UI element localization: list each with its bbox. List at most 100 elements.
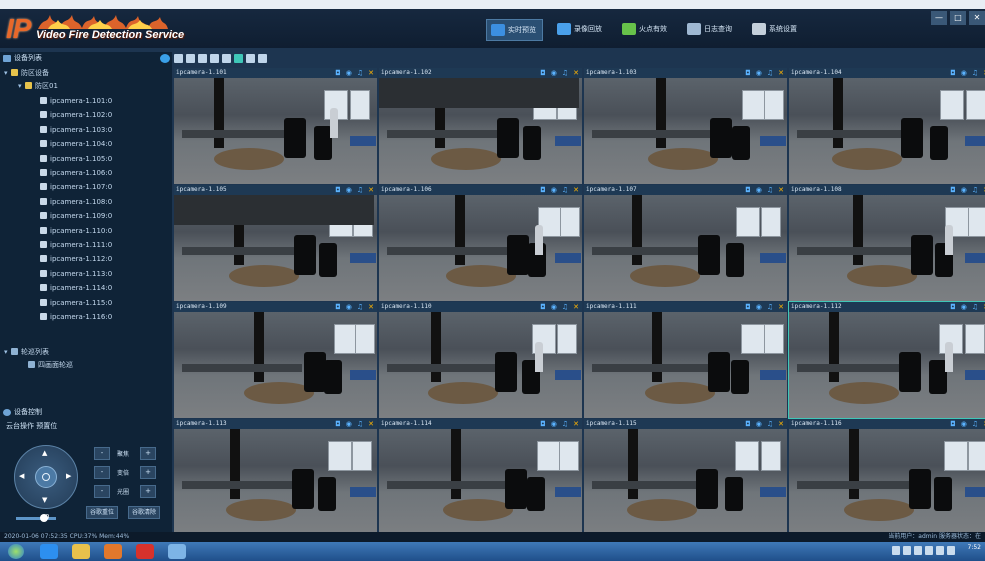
ptz-minus-button[interactable]: - [94, 466, 110, 479]
video-cell[interactable]: ipcamera-1.102 ◘ ◉ ♫ ✕ [379, 68, 582, 184]
tree-camera-item[interactable]: ipcamera-1.114:0 [40, 282, 112, 294]
tree-camera-item[interactable]: ipcamera-1.110:0 [40, 225, 112, 237]
tree-camera-item[interactable]: ipcamera-1.103:0 [40, 124, 112, 136]
video-cell[interactable]: ipcamera-1.108◘◉♫✕ [789, 185, 985, 301]
ptz-plus-button[interactable]: + [140, 485, 156, 498]
audio-icon[interactable]: ♫ [767, 186, 773, 194]
video-cell[interactable]: ipcamera-1.104◘◉♫✕ [789, 68, 985, 184]
close-icon[interactable]: ✕ [573, 303, 579, 311]
close-icon[interactable]: ✕ [368, 69, 374, 77]
close-button[interactable]: ✕ [969, 11, 985, 25]
audio-icon[interactable]: ♫ [562, 303, 568, 311]
tree-camera-item[interactable]: ipcamera-1.111:0 [40, 239, 112, 251]
record-icon[interactable]: ◉ [756, 420, 762, 428]
video-cell[interactable]: ipcamera-1.107 ◘ ◉ ♫ ✕ [584, 185, 787, 301]
minimize-button[interactable]: — [931, 11, 947, 25]
tree-camera-item[interactable]: ipcamera-1.104:0 [40, 138, 112, 150]
audio-icon[interactable]: ♫ [562, 186, 568, 194]
tree-camera-item[interactable]: ipcamera-1.101:0 [40, 95, 112, 107]
tree-root-devices[interactable]: ▾ 防区设备 [4, 67, 49, 79]
video-cell[interactable]: ipcamera-1.103 ◘ ◉ ♫ ✕ [584, 68, 787, 184]
record-icon[interactable]: ◉ [346, 186, 352, 194]
tray-monitor-icon[interactable] [936, 546, 944, 555]
camera-icon[interactable]: ◘ [540, 303, 546, 311]
video-cell[interactable]: ipcamera-1.106 ◘ ◉ ♫ ✕ [379, 185, 582, 301]
ptz-minus-button[interactable]: - [94, 447, 110, 460]
taskbar-clock[interactable]: 7:52 [968, 544, 981, 552]
refresh-icon[interactable] [160, 54, 170, 63]
close-icon[interactable]: ✕ [368, 303, 374, 311]
audio-icon[interactable]: ♫ [767, 420, 773, 428]
ptz-tabs[interactable]: 云台操作 预置位 [6, 421, 57, 431]
tree-zone-01[interactable]: ▾ 防区01 [18, 80, 58, 92]
fullscreen-icon[interactable] [258, 54, 267, 63]
close-icon[interactable]: ✕ [573, 420, 579, 428]
video-cell[interactable]: ipcamera-1.105 ◘ ◉ ♫ ✕ [174, 185, 377, 301]
camera-icon[interactable]: ◘ [335, 69, 341, 77]
audio-icon[interactable]: ♫ [357, 420, 363, 428]
record-icon[interactable]: ◉ [346, 420, 352, 428]
ptz-clear-button[interactable]: 谷歌清除 [128, 506, 161, 519]
close-icon[interactable]: ✕ [778, 69, 784, 77]
tree-camera-item[interactable]: ipcamera-1.107:0 [40, 181, 112, 193]
ptz-left-icon[interactable]: ◀ [19, 472, 24, 480]
tree-camera-item[interactable]: ipcamera-1.109:0 [40, 210, 112, 222]
browser-icon[interactable] [40, 544, 58, 559]
audio-icon[interactable]: ♫ [767, 303, 773, 311]
layout-9-icon[interactable] [222, 54, 231, 63]
camera-icon[interactable]: ◘ [540, 420, 546, 428]
start-icon[interactable] [8, 544, 24, 559]
video-cell[interactable]: ipcamera-1.115 ◘ ◉ ♫ ✕ [584, 419, 787, 535]
expand-chevron-icon[interactable]: ▾ [4, 67, 11, 79]
video-cell[interactable]: ipcamera-1.114 ◘ ◉ ♫ ✕ [379, 419, 582, 535]
paint-icon[interactable] [168, 544, 186, 559]
tree-camera-item[interactable]: ipcamera-1.108:0 [40, 196, 112, 208]
tree-camera-item[interactable]: ipcamera-1.113:0 [40, 268, 112, 280]
audio-icon[interactable]: ♫ [562, 420, 568, 428]
audio-icon[interactable]: ♫ [972, 186, 978, 194]
ptz-speed-slider[interactable] [16, 514, 56, 522]
camera-icon[interactable]: ◘ [540, 186, 546, 194]
record-icon[interactable]: ◉ [551, 186, 557, 194]
record-icon[interactable]: ◉ [961, 69, 967, 77]
camera-icon[interactable]: ◘ [335, 303, 341, 311]
camera-icon[interactable]: ◘ [335, 420, 341, 428]
record-icon[interactable]: ◉ [551, 303, 557, 311]
ptz-reset-button[interactable]: 谷歌重位 [86, 506, 119, 519]
audio-icon[interactable]: ♫ [357, 186, 363, 194]
audio-icon[interactable]: ♫ [972, 420, 978, 428]
audio-icon[interactable]: ♫ [562, 69, 568, 77]
camera-icon[interactable]: ◘ [950, 186, 956, 194]
camera-icon[interactable]: ◘ [950, 420, 956, 428]
layout-8-icon[interactable] [210, 54, 219, 63]
camera-icon[interactable]: ◘ [745, 69, 751, 77]
record-icon[interactable]: ◉ [961, 303, 967, 311]
ptz-auto-button[interactable] [35, 466, 57, 488]
expand-chevron-icon[interactable]: ▾ [18, 80, 25, 92]
media-icon[interactable] [104, 544, 122, 559]
record-icon[interactable]: ◉ [551, 420, 557, 428]
app-fire-icon[interactable] [136, 544, 154, 559]
audio-icon[interactable]: ♫ [357, 69, 363, 77]
close-icon[interactable]: ✕ [368, 420, 374, 428]
record-icon[interactable]: ◉ [756, 186, 762, 194]
camera-icon[interactable]: ◘ [745, 186, 751, 194]
layout-custom-icon[interactable] [246, 54, 255, 63]
ptz-plus-button[interactable]: + [140, 466, 156, 479]
tree-camera-item[interactable]: ipcamera-1.106:0 [40, 167, 112, 179]
ptz-direction-pad[interactable]: ▲ ▼ ◀ ▶ [14, 445, 78, 509]
tree-tour-item[interactable]: 四画面轮巡 [28, 359, 73, 371]
layout-16-icon[interactable] [234, 54, 243, 63]
camera-icon[interactable]: ◘ [540, 69, 546, 77]
audio-icon[interactable]: ♫ [972, 303, 978, 311]
nav-item-playback[interactable]: 录像回放 [553, 19, 608, 39]
layout-1-icon[interactable] [174, 54, 183, 63]
tray-network-icon[interactable] [903, 546, 911, 555]
audio-icon[interactable]: ♫ [357, 303, 363, 311]
tree-camera-item[interactable]: ipcamera-1.116:0 [40, 311, 112, 323]
tray-app-icon[interactable] [925, 546, 933, 555]
tree-camera-item[interactable]: ipcamera-1.115:0 [40, 297, 112, 309]
tray-volume-icon[interactable] [947, 546, 955, 555]
tree-camera-item[interactable]: ipcamera-1.105:0 [40, 153, 112, 165]
tray-flag-icon[interactable] [892, 546, 900, 555]
